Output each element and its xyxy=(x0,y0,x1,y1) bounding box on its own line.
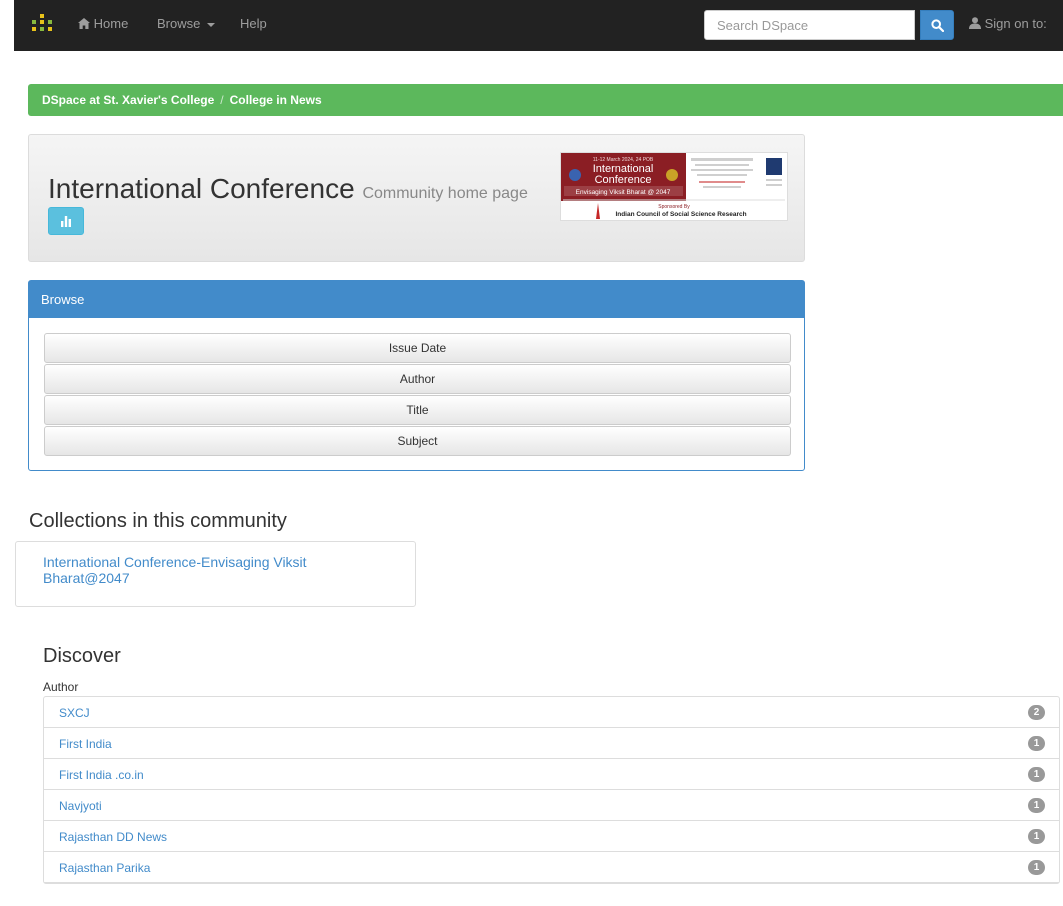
facet-count-badge: 1 xyxy=(1028,860,1045,875)
sign-on-label: Sign on to: xyxy=(984,16,1047,31)
community-logo: 11-12 March 2024, 24 POB International C… xyxy=(560,152,788,221)
facet-item[interactable]: SXCJ 2 xyxy=(44,697,1059,728)
facet-item[interactable]: Rajasthan Parika 1 xyxy=(44,852,1059,883)
facet-item[interactable]: Navjyoti 1 xyxy=(44,790,1059,821)
browse-panel-heading: Browse xyxy=(29,281,804,318)
logo-title-line2: Conference xyxy=(595,174,652,186)
breadcrumb: DSpace at St. Xavier's College / College i… xyxy=(28,84,1063,116)
nav-home-label: Home xyxy=(93,16,129,31)
conference-logo-graphic: 11-12 March 2024, 24 POB International C… xyxy=(561,153,787,219)
search-button[interactable] xyxy=(920,10,954,40)
browse-panel: Browse Issue Date Author Title Subject xyxy=(28,280,805,471)
facet-item-name[interactable]: SXCJ xyxy=(59,706,90,720)
browse-by-title-button[interactable]: Title xyxy=(44,395,791,425)
browse-by-issue-date-button[interactable]: Issue Date xyxy=(44,333,791,363)
browse-by-author-button[interactable]: Author xyxy=(44,364,791,394)
nav-browse-dropdown[interactable]: Browse xyxy=(157,16,215,31)
facet-count-badge: 1 xyxy=(1028,798,1045,813)
facet-item-name[interactable]: First India xyxy=(59,737,112,751)
discover-heading: Discover xyxy=(43,645,121,667)
community-subtitle: Community home page xyxy=(362,185,528,202)
breadcrumb-item-current[interactable]: College in News xyxy=(230,93,322,107)
sign-on-dropdown[interactable]: Sign on to: xyxy=(969,16,1047,31)
browse-by-subject-button[interactable]: Subject xyxy=(44,426,791,456)
logo-theme-text: Envisaging Viksit Bharat @ 2047 xyxy=(576,189,671,196)
collections-heading: Collections in this community xyxy=(29,510,287,532)
chevron-down-icon xyxy=(206,22,215,27)
collection-list: International Conference-Envisaging Viks… xyxy=(15,541,416,607)
page-title: International Conference Community home … xyxy=(48,173,528,205)
facet-item[interactable]: First India .co.in 1 xyxy=(44,759,1059,790)
facet-label-author: Author xyxy=(43,680,79,694)
facet-count-badge: 2 xyxy=(1028,705,1045,720)
statistics-button[interactable] xyxy=(48,207,84,235)
top-navbar: Home Browse Help Sign on to: xyxy=(14,0,1063,51)
community-header: International Conference Community home … xyxy=(28,134,805,262)
author-facet-list: SXCJ 2 First India 1 First India .co.in … xyxy=(43,696,1060,884)
user-icon xyxy=(969,17,981,29)
logo-sponsor-text: Indian Council of Social Science Researc… xyxy=(615,211,746,218)
nav-home-link[interactable]: Home xyxy=(78,16,128,31)
collection-link[interactable]: International Conference-Envisaging Viks… xyxy=(43,554,383,586)
nav-help-label: Help xyxy=(240,16,267,31)
facet-count-badge: 1 xyxy=(1028,829,1045,844)
breadcrumb-item-home[interactable]: DSpace at St. Xavier's College xyxy=(42,93,214,107)
nav-help-link[interactable]: Help xyxy=(240,16,267,31)
facet-item-name[interactable]: Navjyoti xyxy=(59,799,102,813)
facet-item-name[interactable]: First India .co.in xyxy=(59,768,144,782)
facet-item[interactable]: Rajasthan DD News 1 xyxy=(44,821,1059,852)
search-icon xyxy=(931,19,944,32)
nav-browse-label: Browse xyxy=(157,16,201,31)
facet-count-badge: 1 xyxy=(1028,736,1045,751)
logo-sponsored-text: Sponsored By xyxy=(658,204,690,210)
facet-item-name[interactable]: Rajasthan Parika xyxy=(59,861,150,875)
bar-chart-icon xyxy=(61,216,71,227)
dspace-logo-icon[interactable] xyxy=(32,14,52,36)
facet-count-badge: 1 xyxy=(1028,767,1045,782)
facet-item-name[interactable]: Rajasthan DD News xyxy=(59,830,167,844)
breadcrumb-separator: / xyxy=(220,93,224,107)
home-icon xyxy=(78,18,90,29)
community-title: International Conference xyxy=(48,173,355,204)
facet-item[interactable]: First India 1 xyxy=(44,728,1059,759)
search-input[interactable] xyxy=(704,10,915,40)
